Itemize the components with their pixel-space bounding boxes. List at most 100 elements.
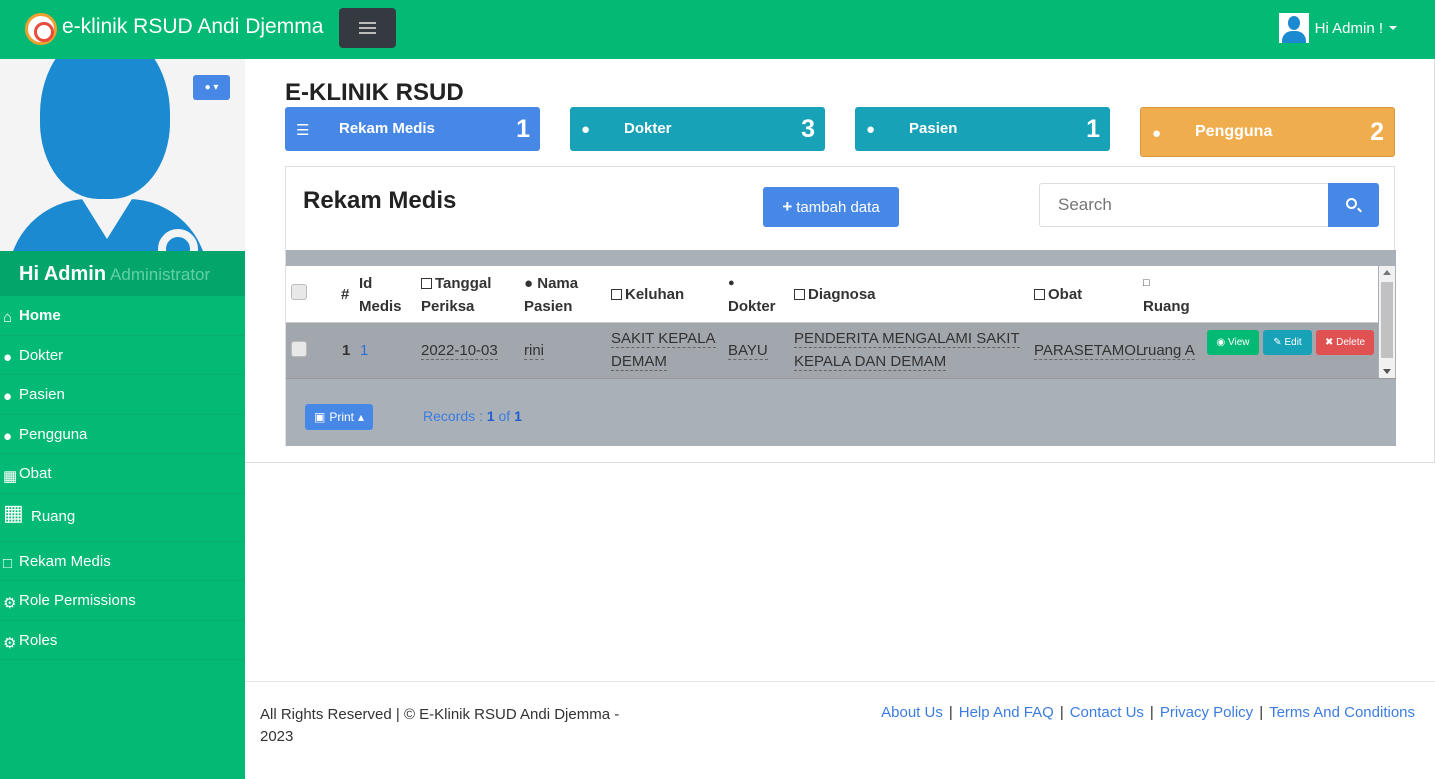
row-tanggal[interactable]: 2022-10-03 xyxy=(421,339,498,362)
header-ruang[interactable]: □ Ruang xyxy=(1143,272,1190,318)
search-input[interactable] xyxy=(1039,183,1329,227)
search-icon xyxy=(1346,198,1357,209)
footer-link-privacy[interactable]: Privacy Policy xyxy=(1160,704,1253,721)
sidebar-item-pasien[interactable]: ● Pasien xyxy=(0,375,245,415)
row-keluhan-line2: DEMAM xyxy=(611,353,667,371)
file-icon xyxy=(794,289,805,300)
save-icon: ▣ xyxy=(313,410,326,424)
add-data-label: tambah data xyxy=(796,198,880,216)
user-md-icon: ● xyxy=(728,277,735,289)
sidebar-item-rekam-medis[interactable]: □ Rekam Medis xyxy=(0,542,245,581)
header-dokter[interactable]: ● Dokter xyxy=(728,272,776,318)
row-nama[interactable]: rini xyxy=(524,339,545,362)
header-id-medis[interactable]: Id Medis xyxy=(359,272,402,318)
select-all-checkbox[interactable] xyxy=(291,284,307,300)
sidebar-item-pengguna[interactable]: ● Pengguna xyxy=(0,415,245,454)
add-data-button[interactable]: + tambah data xyxy=(763,187,899,227)
stat-label: Pasien xyxy=(909,120,958,137)
header-tanggal-periksa[interactable]: Tanggal Periksa xyxy=(421,272,491,318)
user-icon: ● xyxy=(3,388,13,405)
edit-button[interactable]: ✎ Edit xyxy=(1263,330,1312,355)
scroll-thumb[interactable] xyxy=(1381,282,1393,358)
gears-icon: ⚙ xyxy=(3,634,17,652)
header-nama-pasien[interactable]: ● Nama Pasien xyxy=(524,272,578,318)
row-id-link[interactable]: 1 xyxy=(360,339,368,362)
header-obat[interactable]: Obat xyxy=(1034,283,1082,306)
file-icon: □ xyxy=(3,554,13,572)
records-of: of xyxy=(498,408,511,424)
sidebar-item-home[interactable]: ⌂ Home xyxy=(0,296,245,336)
row-checkbox[interactable] xyxy=(291,341,307,357)
records-count: Records : 1 of 1 xyxy=(423,408,522,424)
print-button[interactable]: ▣ Print ▴ xyxy=(305,404,373,430)
logo-icon[interactable] xyxy=(25,13,57,45)
header-keluhan-label: Keluhan xyxy=(625,286,685,303)
search-button[interactable] xyxy=(1328,183,1379,227)
table-icon xyxy=(1034,289,1045,300)
user-menu[interactable]: Hi Admin ! xyxy=(1278,13,1397,43)
sidebar-menu: ⌂ Home ● Dokter ● Pasien ● Pengguna ▦ Obat ▦ R… xyxy=(0,296,245,660)
rekam-medis-card: Rekam Medis + tambah data # Id Medis Tan… xyxy=(285,166,1396,446)
sidebar-item-label: Pengguna xyxy=(19,425,88,443)
footer-link-contact[interactable]: Contact Us xyxy=(1070,704,1144,721)
row-diagnosa[interactable]: PENDERITA MENGALAMI SAKIT KEPALA DAN DEM… xyxy=(794,327,1020,373)
scroll-down-icon[interactable] xyxy=(1383,369,1391,374)
avatar xyxy=(1278,13,1309,43)
users-icon: ● xyxy=(3,427,13,445)
table-scrollbar[interactable] xyxy=(1379,266,1395,378)
stat-card-pengguna[interactable]: ● Pengguna 2 xyxy=(1140,107,1395,157)
user-md-icon: ● xyxy=(3,348,13,366)
view-button[interactable]: ◉ View xyxy=(1207,330,1259,355)
delete-button[interactable]: ✖ Delete xyxy=(1316,330,1374,355)
plus-icon: + xyxy=(782,197,793,216)
header-tanggal-line1: Tanggal xyxy=(435,275,492,292)
header-nama-line1: Nama xyxy=(537,275,579,292)
doctor-avatar-icon xyxy=(40,59,170,199)
footer-link-about[interactable]: About Us xyxy=(881,704,943,721)
footer-link-terms[interactable]: Terms And Conditions xyxy=(1269,704,1415,721)
records-table: # Id Medis Tanggal Periksa ● Nama Pasien… xyxy=(286,250,1396,446)
row-diagnosa-line1: PENDERITA MENGALAMI SAKIT xyxy=(794,330,1020,348)
scroll-up-icon[interactable] xyxy=(1383,270,1391,275)
row-ruang[interactable]: ruang A xyxy=(1143,339,1195,362)
eye-icon: ◉ xyxy=(1216,337,1228,348)
stat-card-rekam-medis[interactable]: ☰ Rekam Medis 1 xyxy=(285,107,540,151)
table-row[interactable]: 1 1 2022-10-03 rini SAKIT KEPALA DEMAM B… xyxy=(286,323,1378,378)
records-from: 1 xyxy=(486,408,495,424)
row-dokter[interactable]: BAYU xyxy=(728,339,768,362)
stat-label: Pengguna xyxy=(1195,123,1273,140)
sidebar-item-ruang[interactable]: ▦ Ruang xyxy=(0,494,245,542)
stat-card-dokter[interactable]: ● Dokter 3 xyxy=(570,107,825,151)
sidebar-item-label: Dokter xyxy=(19,346,64,364)
user-md-icon: ● xyxy=(581,121,591,138)
stat-value: 1 xyxy=(516,115,530,143)
row-keluhan[interactable]: SAKIT KEPALA DEMAM xyxy=(611,327,716,373)
sidebar-item-roles[interactable]: ⚙ Roles xyxy=(0,621,245,660)
sidebar-item-obat[interactable]: ▦ Obat xyxy=(0,454,245,494)
profile-dropdown-button[interactable]: ● ▾ xyxy=(193,75,230,100)
table-divider xyxy=(286,378,1396,386)
header-keluhan[interactable]: Keluhan xyxy=(611,283,684,306)
main-content: E-KLINIK RSUD ☰ Rekam Medis 1 ● Dokter 3… xyxy=(245,59,1435,463)
sidebar-item-dokter[interactable]: ● Dokter xyxy=(0,336,245,375)
menu-icon-line xyxy=(359,27,376,29)
stat-card-pasien[interactable]: ● Pasien 1 xyxy=(855,107,1110,151)
sidebar-item-label: Pasien xyxy=(19,386,65,403)
header-diagnosa[interactable]: Diagnosa xyxy=(794,283,876,306)
user-menu-label: Hi Admin ! xyxy=(1314,19,1383,37)
sidebar-item-label: Roles xyxy=(19,631,58,649)
greeting-role: Administrator xyxy=(110,265,211,284)
sidebar-item-label: Rekam Medis xyxy=(19,552,111,570)
footer-link-help[interactable]: Help And FAQ xyxy=(959,704,1054,721)
separator: | xyxy=(948,704,953,721)
row-nama-value: rini xyxy=(524,342,545,360)
sidebar-item-role-permissions[interactable]: ⚙ Role Permissions xyxy=(0,581,245,621)
footer: All Rights Reserved | © E-Klinik RSUD An… xyxy=(245,681,1435,779)
sidebar-toggle-button[interactable] xyxy=(339,8,396,48)
row-obat[interactable]: PARASETAMOL xyxy=(1034,339,1145,362)
stat-label: Rekam Medis xyxy=(339,120,435,137)
brand-title[interactable]: e-klinik RSUD Andi Djemma xyxy=(62,15,323,39)
view-label: View xyxy=(1228,337,1250,348)
records-total: 1 xyxy=(514,408,522,424)
gear-icon: ⚙ xyxy=(3,595,17,612)
